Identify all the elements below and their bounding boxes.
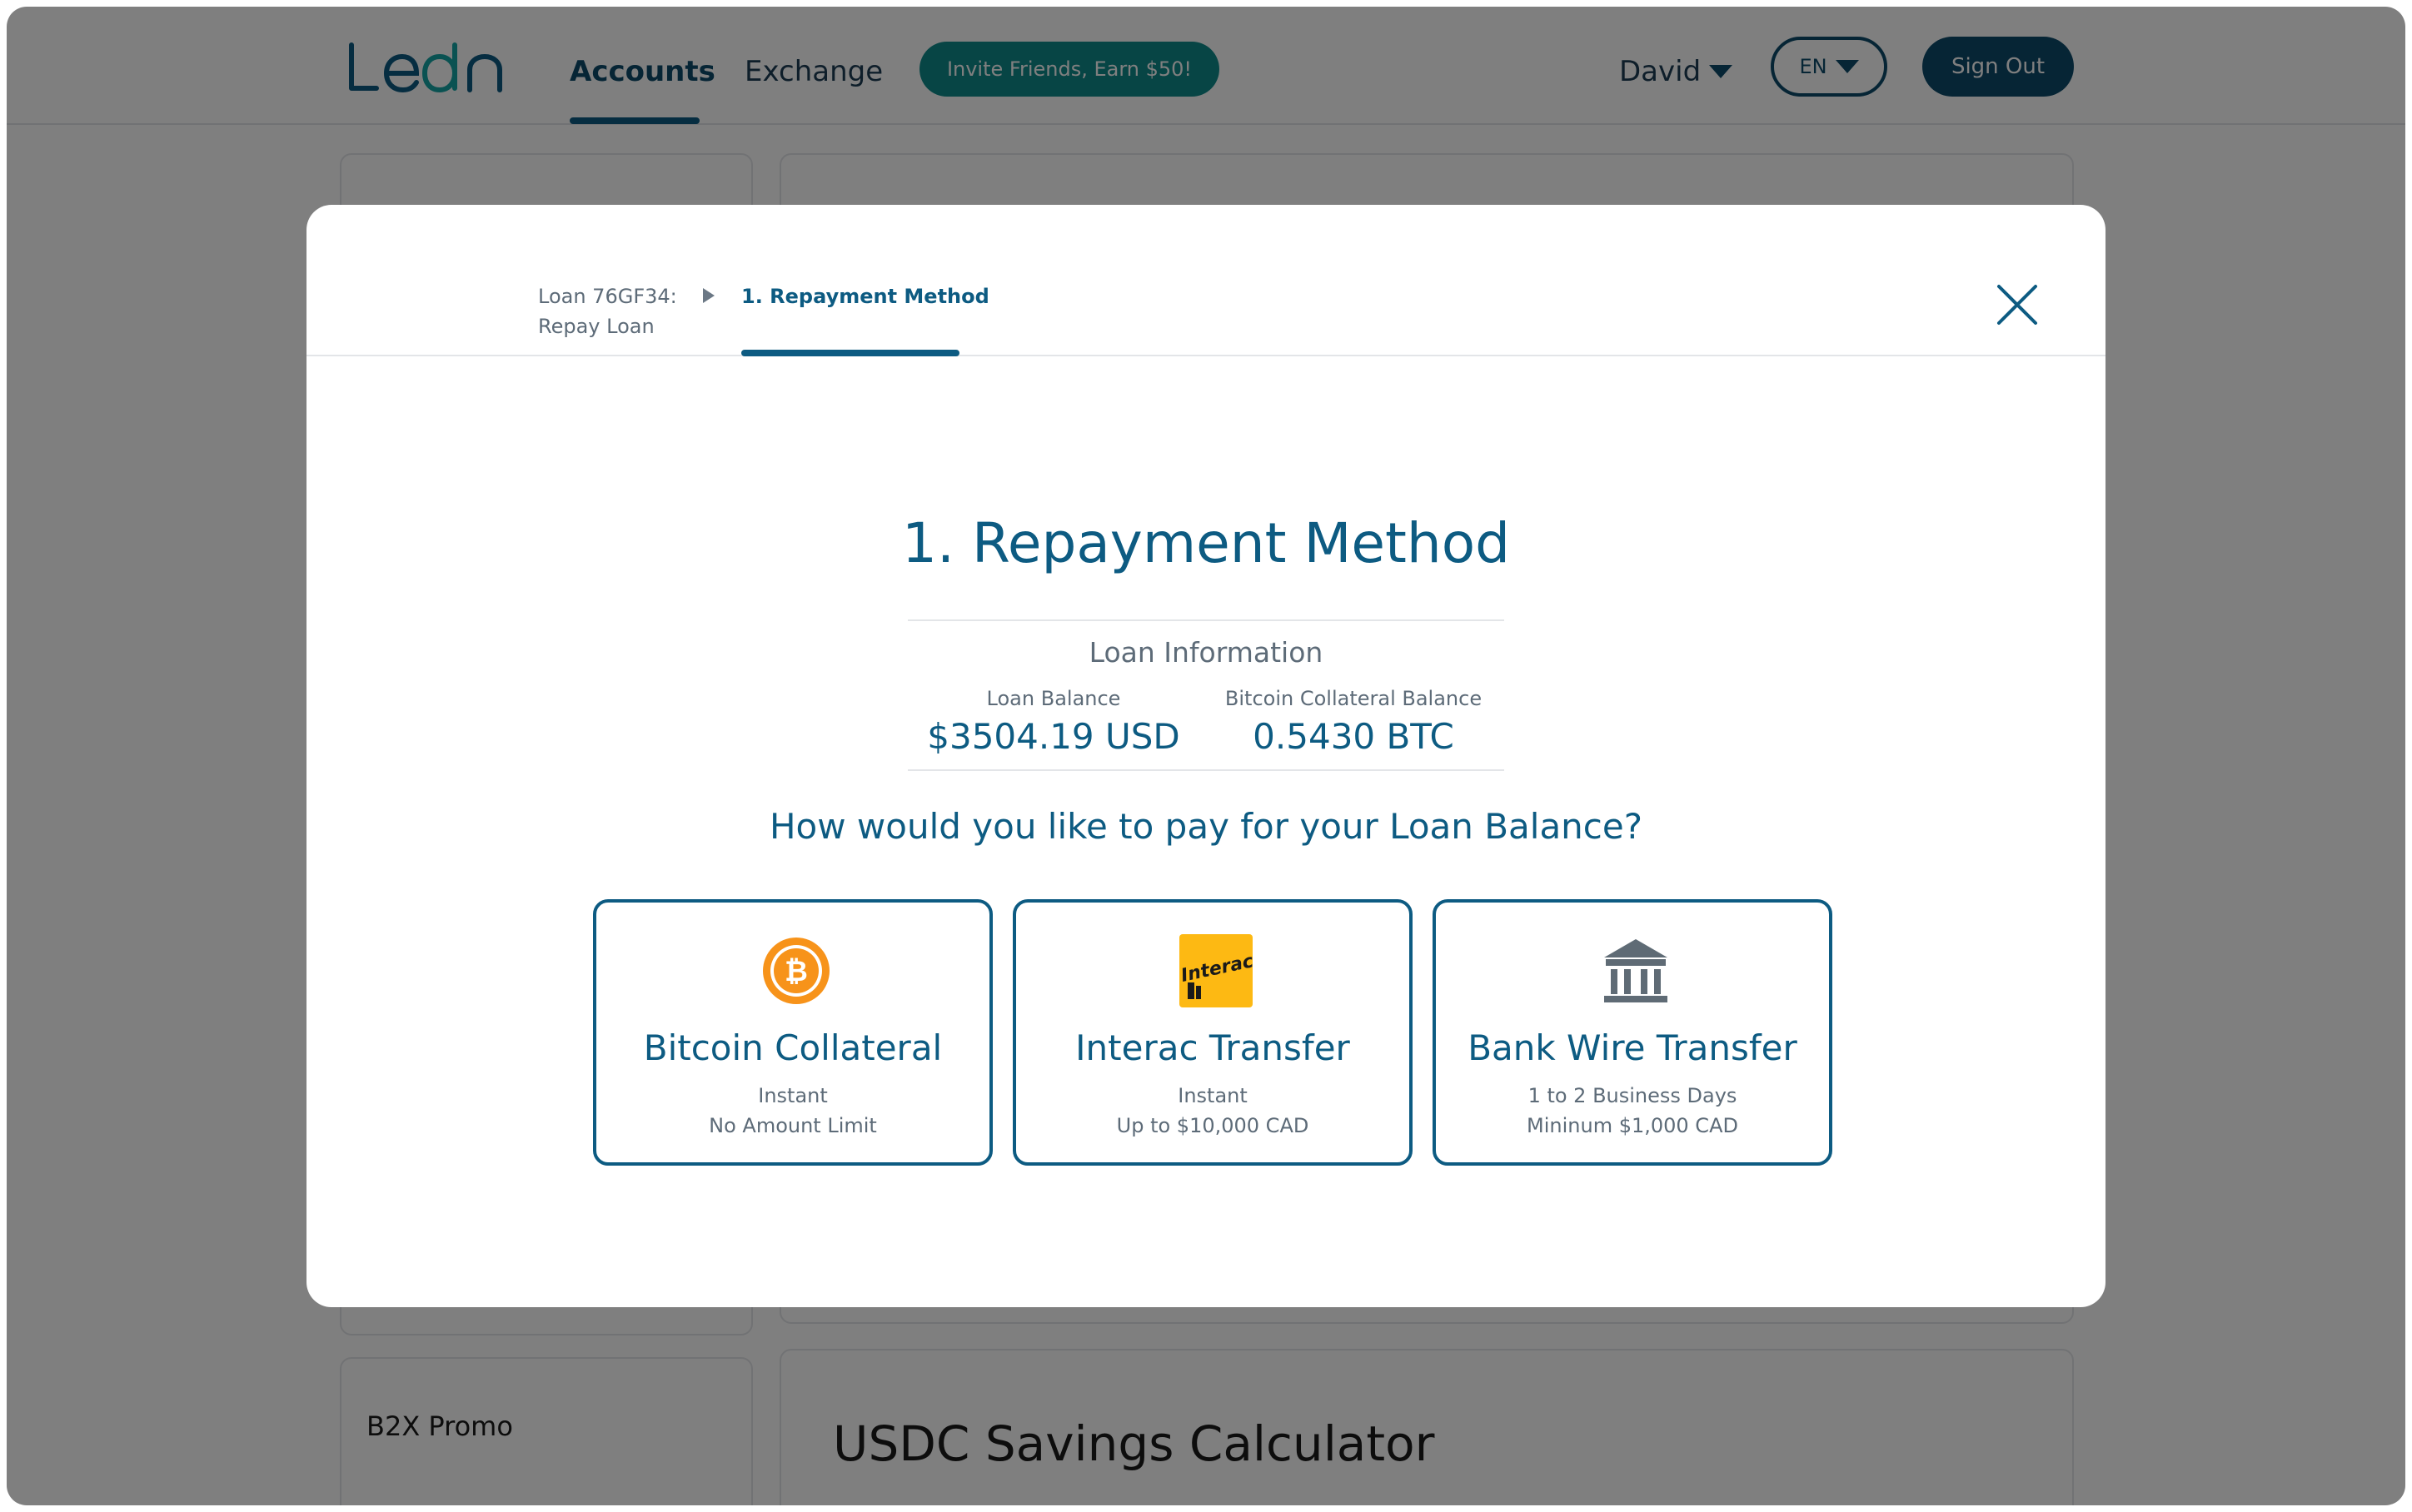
option-title: Bitcoin Collateral — [643, 1027, 943, 1068]
breadcrumb-step[interactable]: 1. Repayment Method — [741, 281, 989, 311]
modal-header: Loan 76GF34: Repay Loan 1. Repayment Met… — [306, 205, 2106, 356]
breadcrumb-loan: Loan 76GF34: Repay Loan — [538, 281, 677, 341]
option-title: Bank Wire Transfer — [1468, 1027, 1797, 1068]
option-bank-wire-transfer[interactable]: Bank Wire Transfer 1 to 2 Business Days … — [1433, 899, 1832, 1166]
option-bitcoin-collateral[interactable]: ₿ Bitcoin Collateral Instant No Amount L… — [593, 899, 993, 1166]
option-limit: No Amount Limit — [709, 1114, 877, 1137]
breadcrumb-arrow-icon — [703, 288, 715, 303]
collateral-balance: Bitcoin Collateral Balance 0.5430 BTC — [1216, 684, 1491, 761]
modal-title: 1. Repayment Method — [902, 511, 1510, 575]
close-icon[interactable] — [1992, 280, 2042, 330]
collateral-balance-label: Bitcoin Collateral Balance — [1224, 687, 1483, 710]
option-speed: Instant — [758, 1084, 828, 1107]
interac-icon: Interac — [1179, 934, 1253, 1007]
repay-loan-modal: Loan 76GF34: Repay Loan 1. Repayment Met… — [306, 205, 2106, 1307]
option-limit: Up to $10,000 CAD — [1116, 1114, 1309, 1137]
active-step-indicator — [741, 350, 959, 356]
loan-information-heading: Loan Information — [1089, 636, 1323, 669]
loan-information: Loan Information Loan Balance $3504.19 U… — [908, 619, 1504, 771]
loan-balance-label: Loan Balance — [986, 687, 1121, 710]
bitcoin-icon: ₿ — [763, 938, 830, 1004]
collateral-balance-value: 0.5430 BTC — [1253, 716, 1454, 757]
payment-question: How would you like to pay for your Loan … — [769, 806, 1643, 847]
svg-text:₿: ₿ — [785, 955, 808, 988]
option-limit: Mininum $1,000 CAD — [1527, 1114, 1738, 1137]
bank-icon — [1604, 939, 1667, 1002]
loan-balance-value: $3504.19 USD — [927, 716, 1180, 757]
app-window: Accounts Exchange Invite Friends, Earn $… — [7, 7, 2405, 1505]
option-interac-transfer[interactable]: Interac Interac Transfer Instant Up to $… — [1013, 899, 1413, 1166]
option-speed: 1 to 2 Business Days — [1527, 1084, 1737, 1107]
breadcrumb-action: Repay Loan — [538, 315, 655, 338]
option-speed: Instant — [1178, 1084, 1248, 1107]
breadcrumb-loan-id: Loan 76GF34: — [538, 285, 677, 308]
loan-balance: Loan Balance $3504.19 USD — [924, 684, 1183, 761]
option-title: Interac Transfer — [1075, 1027, 1350, 1068]
